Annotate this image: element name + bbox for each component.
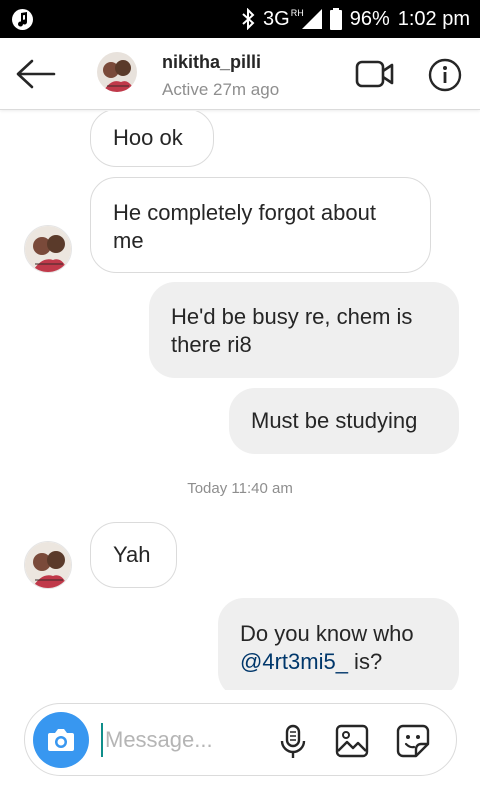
network-roaming: RH <box>290 8 304 18</box>
video-call-button[interactable] <box>355 58 395 90</box>
message-text-line: @4rt3mi5_ is? <box>240 648 437 676</box>
sender-avatar[interactable] <box>24 541 72 589</box>
incoming-message[interactable]: Yah <box>90 522 177 588</box>
gallery-button[interactable] <box>335 724 369 758</box>
status-bar: 3G RH 96% 1:02 pm <box>0 0 480 38</box>
sticker-icon <box>396 724 430 758</box>
sender-avatar[interactable] <box>24 225 72 273</box>
battery-percent: 96% <box>349 7 390 30</box>
sticker-button[interactable] <box>395 723 431 759</box>
message-input[interactable] <box>105 722 265 758</box>
back-arrow-icon <box>16 59 56 89</box>
video-call-icon <box>355 60 394 88</box>
chat-header: nikitha_pilli Active 27m ago <box>0 38 480 110</box>
message-text-line: He completely forgot about <box>113 200 376 225</box>
outgoing-message[interactable]: Must be studying <box>229 388 459 454</box>
clock: 1:02 pm <box>397 7 470 30</box>
message-text: Yah <box>113 542 151 567</box>
incoming-message[interactable]: He completely forgot about me <box>90 177 431 273</box>
message-text: is? <box>347 649 383 674</box>
network-type: 3G <box>263 7 290 30</box>
active-status: Active 27m ago <box>162 80 280 99</box>
camera-button[interactable] <box>33 712 89 768</box>
message-timestamp: Today 11:40 am <box>187 480 293 497</box>
chat-username[interactable]: nikitha_pilli <box>162 52 261 73</box>
message-thread[interactable]: Hoo ok He completely forgot about me He'… <box>0 111 480 690</box>
bluetooth-icon <box>242 8 255 30</box>
user-mention-link[interactable]: @4rt3mi5_ <box>240 649 348 674</box>
music-app-icon <box>12 9 33 30</box>
message-text: Hoo ok <box>113 125 183 150</box>
network-indicator: 3G RH <box>263 8 322 31</box>
outgoing-message[interactable]: He'd be busy re, chem is there ri8 <box>149 282 459 378</box>
voice-message-button[interactable] <box>277 724 309 760</box>
back-button[interactable] <box>14 56 56 92</box>
message-composer <box>24 703 457 776</box>
text-cursor <box>101 723 103 757</box>
info-button[interactable] <box>428 58 462 92</box>
gallery-icon <box>335 724 369 758</box>
outgoing-message[interactable]: Do you know who @4rt3mi5_ is? <box>218 598 459 690</box>
message-text-line: He'd be busy re, chem is <box>171 304 413 329</box>
microphone-icon <box>280 724 306 758</box>
info-icon <box>428 58 462 92</box>
incoming-message[interactable]: Hoo ok <box>90 111 214 167</box>
signal-icon <box>301 9 322 29</box>
message-text: Must be studying <box>251 408 418 433</box>
message-text-line: me <box>113 228 144 253</box>
header-avatar[interactable] <box>97 52 137 92</box>
message-text-line: there ri8 <box>171 332 252 357</box>
camera-icon <box>48 729 74 751</box>
battery-icon <box>329 8 342 30</box>
message-text-line: Do you know who <box>240 621 414 646</box>
